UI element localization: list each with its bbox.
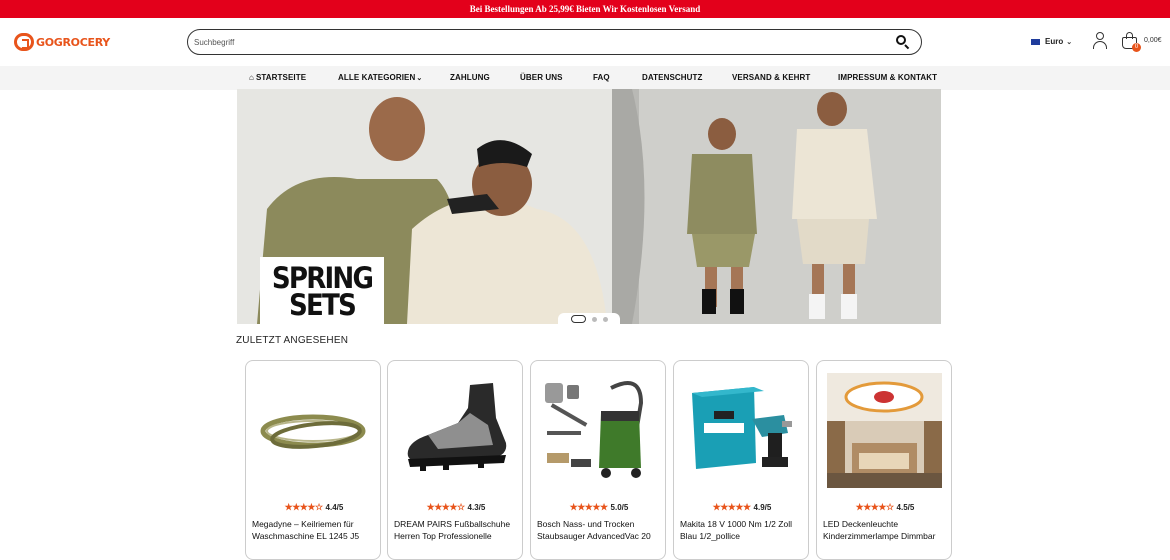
nav-item-datenschutz[interactable]: DATENSCHUTZ: [642, 73, 703, 82]
belt-image: [260, 414, 366, 449]
recently-viewed-title: ZULETZT ANGESEHEN: [236, 335, 349, 346]
cart-total[interactable]: 0,00€: [1144, 37, 1162, 44]
currency-label: Euro: [1045, 37, 1064, 46]
product-title[interactable]: DREAM PAIRS Fußballschuhe Herren Top Pro…: [394, 518, 522, 542]
star-rating-icon: ★★★★☆: [426, 502, 465, 512]
product-title[interactable]: Megadyne – Keilriemen für Waschmaschine …: [252, 518, 380, 542]
product-card[interactable]: ★★★★☆ 4.5/5 LED Deckenleuchte Kinderzimme…: [816, 360, 952, 560]
main-nav: ⌂ STARTSEITE ALLE KATEGORIEN⌄ ZAHLUNG ÜBE…: [0, 66, 1170, 90]
nav-item-impressum[interactable]: IMPRESSUM & KONTAKT: [838, 73, 937, 82]
cart-icon[interactable]: 0: [1121, 31, 1141, 52]
nav-item-versand[interactable]: VERSAND & KEHRT: [732, 73, 810, 82]
user-account-icon[interactable]: [1092, 32, 1108, 50]
slider-dot[interactable]: [602, 316, 608, 322]
product-card[interactable]: ★★★★☆ 4.4/5 Megadyne – Keilriemen für Was…: [245, 360, 381, 560]
product-rating: ★★★★☆ 4.5/5: [855, 502, 915, 512]
search-input[interactable]: [194, 37, 895, 47]
product-rating: ★★★★★ 4.9/5: [712, 502, 772, 512]
impact-wrench-image: [692, 387, 792, 469]
search-icon[interactable]: [895, 34, 911, 50]
product-rating: ★★★★★ 5.0/5: [569, 502, 629, 512]
product-rating: ★★★★☆ 4.4/5: [284, 502, 344, 512]
nav-item-ueber-uns[interactable]: ÜBER UNS: [520, 73, 563, 82]
product-card[interactable]: ★★★★★ 5.0/5 Bosch Nass- und Trocken Staub…: [530, 360, 666, 560]
product-card[interactable]: ★★★★★ 4.9/5 Makita 18 V 1000 Nm 1/2 Zoll …: [673, 360, 809, 560]
star-rating-icon: ★★★★☆: [855, 502, 894, 512]
logo[interactable]: GOGROCERY: [14, 33, 110, 51]
header: GOGROCERY Euro ⌄ 0 0,00€: [0, 18, 1170, 66]
star-rating-icon: ★★★★★: [712, 502, 751, 512]
nav-item-alle-kategorien[interactable]: ALLE KATEGORIEN⌄: [338, 73, 422, 82]
logo-text: GOGROCERY: [36, 35, 110, 49]
nav-item-zahlung[interactable]: ZAHLUNG: [450, 73, 490, 82]
home-icon: ⌂: [249, 73, 254, 82]
promo-banner: Bei Bestellungen Ab 25,99€ Bieten Wir Ko…: [0, 0, 1170, 18]
ceiling-lamp-image: [827, 373, 942, 488]
star-rating-icon: ★★★★★: [569, 502, 608, 512]
slider-dot[interactable]: [570, 315, 586, 323]
currency-selector[interactable]: Euro ⌄: [1031, 37, 1072, 46]
slider-dot[interactable]: [591, 316, 597, 322]
chevron-down-icon: ⌄: [1066, 38, 1073, 46]
product-title[interactable]: LED Deckenleuchte Kinderzimmerlampe Dimm…: [823, 518, 951, 542]
star-rating-icon: ★★★★☆: [284, 502, 323, 512]
product-title[interactable]: Makita 18 V 1000 Nm 1/2 Zoll Blau 1/2_po…: [680, 518, 808, 542]
nav-item-startseite[interactable]: ⌂ STARTSEITE: [249, 73, 306, 82]
promo-label: SPRING SETS: [260, 257, 384, 324]
chevron-down-icon: ⌄: [416, 75, 423, 82]
nav-item-faq[interactable]: FAQ: [593, 73, 610, 82]
slider-dots: [558, 313, 620, 325]
search-bar: [187, 29, 922, 55]
eu-flag-icon: [1031, 38, 1040, 45]
vacuum-image: [545, 381, 644, 478]
hero-slider[interactable]: SPRING SETS: [237, 89, 941, 324]
product-title[interactable]: Bosch Nass- und Trocken Staubsauger Adva…: [537, 518, 665, 542]
product-card[interactable]: ★★★★☆ 4.3/5 DREAM PAIRS Fußballschuhe Her…: [387, 360, 523, 560]
product-rating: ★★★★☆ 4.3/5: [426, 502, 486, 512]
logo-icon: [14, 33, 34, 51]
cart-count-badge: 0: [1132, 43, 1141, 52]
football-boot-image: [407, 383, 507, 471]
